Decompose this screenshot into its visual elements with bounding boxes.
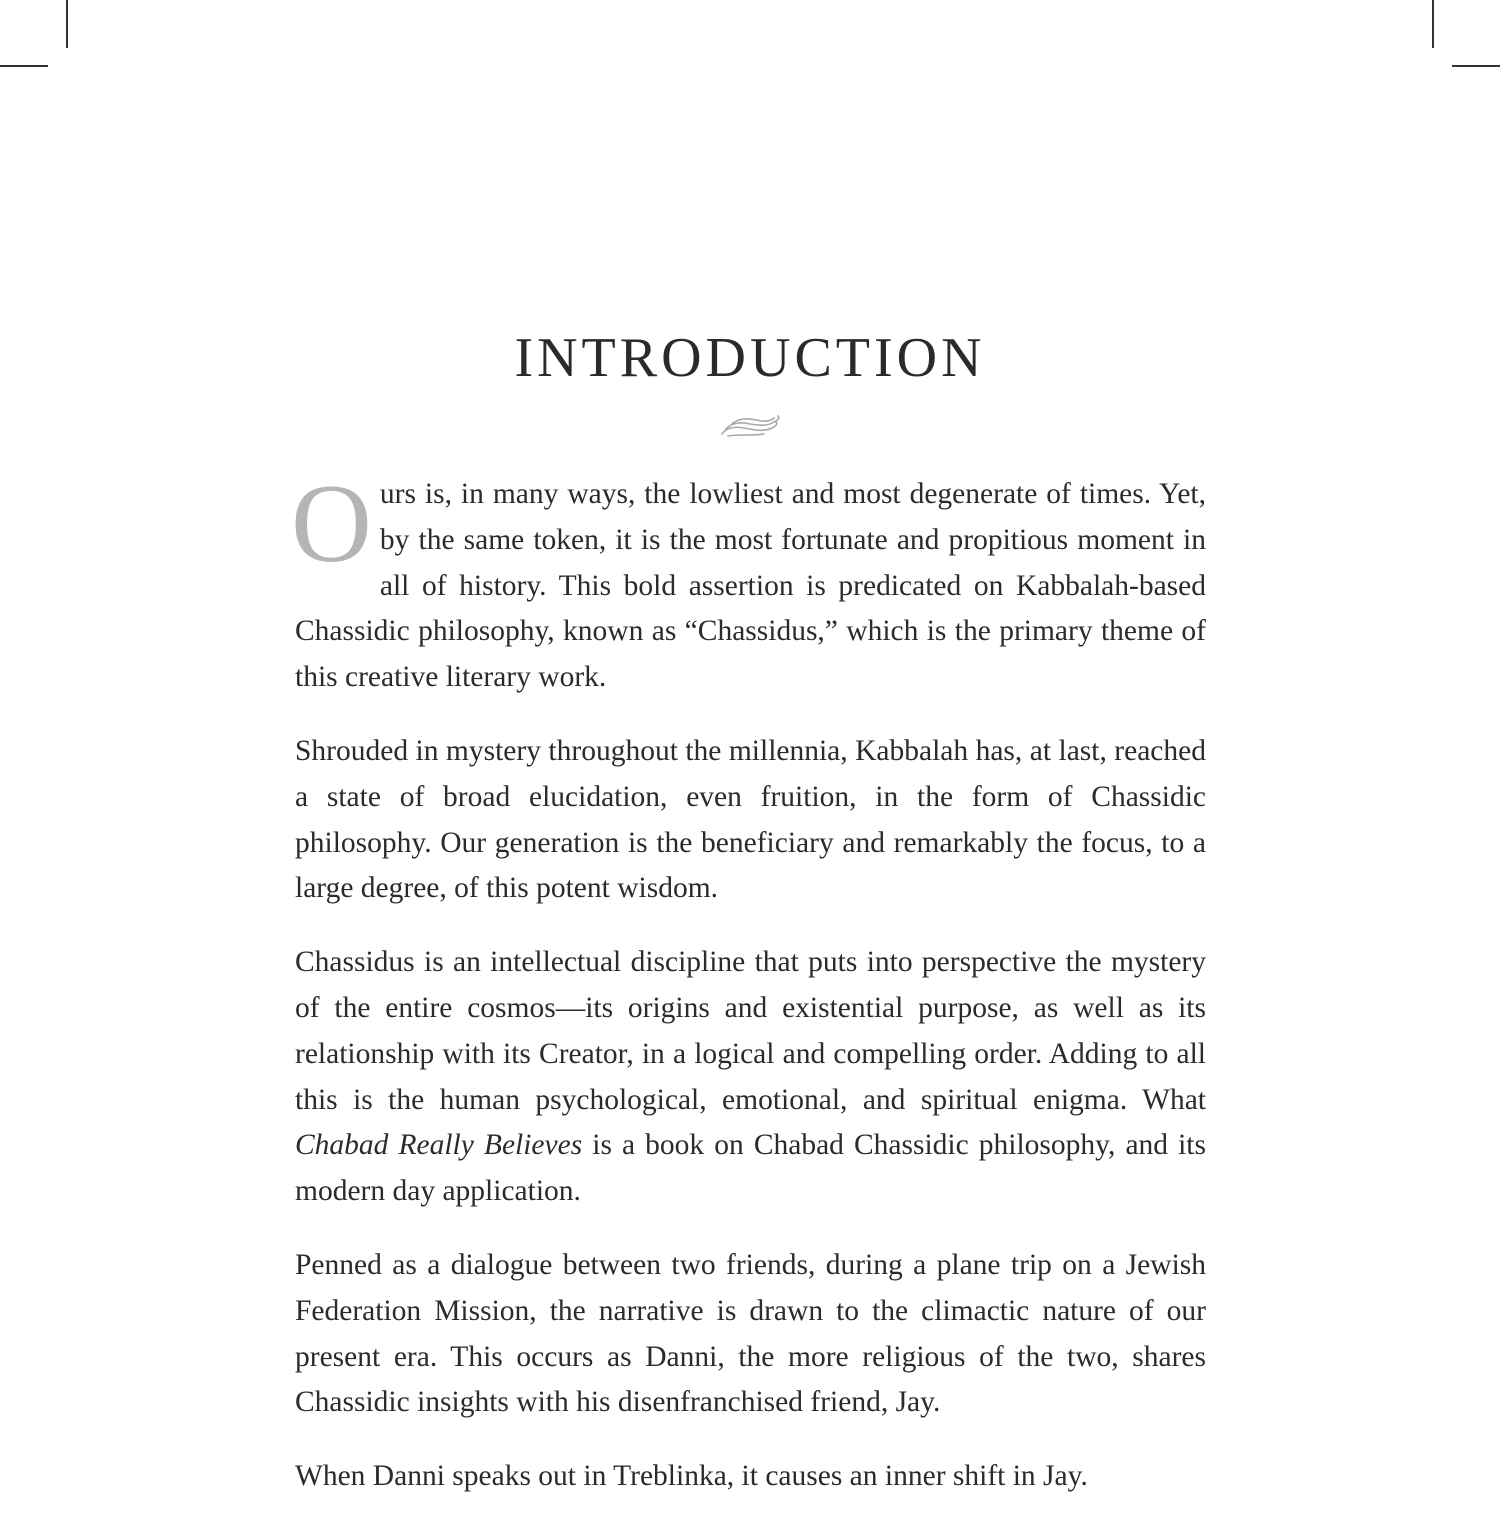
paragraph-text: urs is, in many ways, the lowliest and m… [295, 478, 1206, 694]
paragraph-5: When Danni speaks out in Treblinka, it c… [295, 1460, 1088, 1493]
paragraph-text: Chassidus is an intellectual discipline … [295, 946, 1206, 1116]
paragraph-2: Shrouded in mystery throughout the mille… [295, 734, 1206, 905]
paragraph-1: Ours is, in many ways, the lowliest and … [291, 468, 1206, 701]
crop-mark-top-right-horizontal [1452, 65, 1500, 67]
crop-mark-top-left-horizontal [0, 65, 48, 67]
page-title: INTRODUCTION [514, 326, 986, 389]
paragraph-3: Chassidus is an intellectual discipline … [295, 940, 1206, 1215]
flourish-ornament-icon [721, 415, 780, 437]
crop-mark-top-left-vertical [66, 0, 68, 48]
drop-cap: O [291, 462, 372, 586]
crop-mark-top-right-vertical [1432, 0, 1434, 48]
introduction-body: Ours is, in many ways, the lowliest and … [291, 468, 1206, 1528]
paragraph-4: Penned as a dialogue between two friends… [295, 1248, 1206, 1419]
book-title: Chabad Really Believes [295, 1129, 583, 1162]
